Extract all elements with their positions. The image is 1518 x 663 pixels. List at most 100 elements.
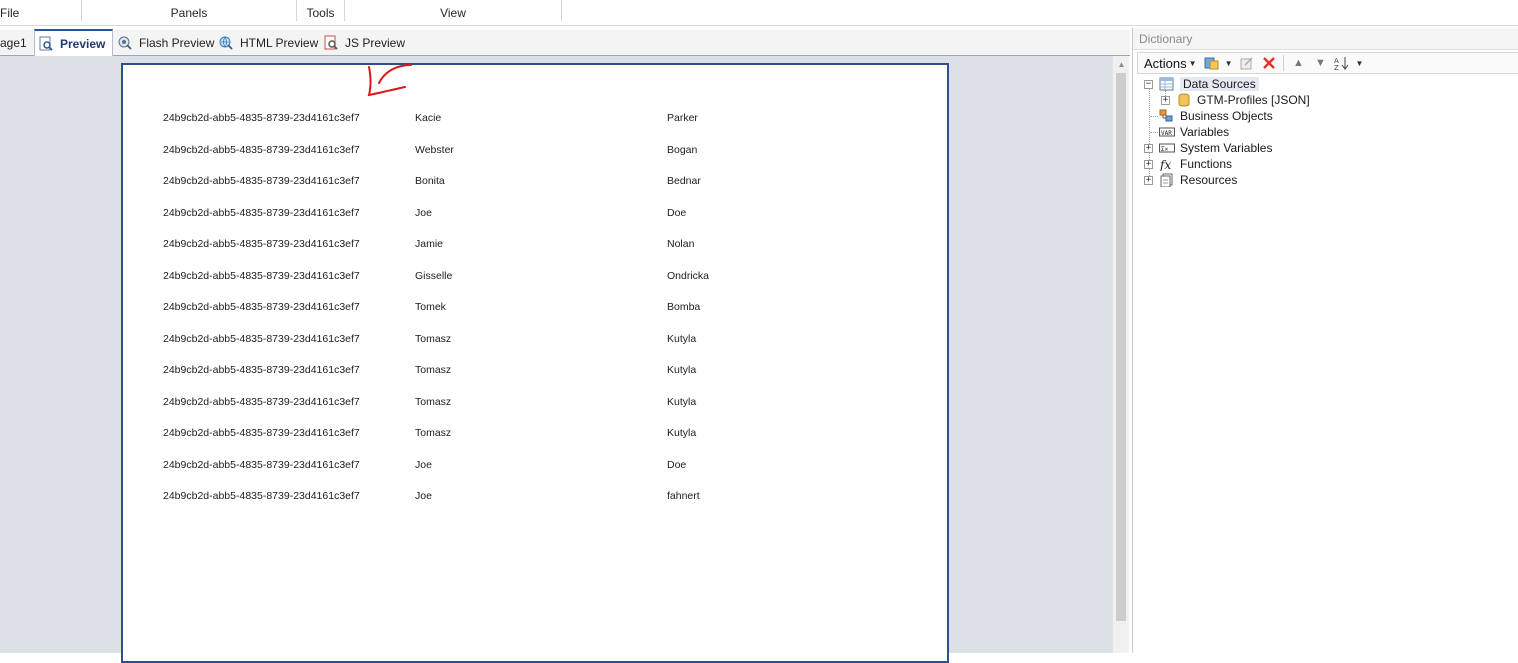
row-first-name: Jamie xyxy=(415,238,444,250)
toolbar-divider xyxy=(1283,55,1285,71)
expand-icon[interactable]: + xyxy=(1144,159,1153,169)
row-last-name: Kutyla xyxy=(667,427,697,439)
tab-label: HTML Preview xyxy=(240,36,319,50)
svg-text:Z: Z xyxy=(1334,64,1339,70)
document-tabs: age1 Preview Flash Preview HTML Preview … xyxy=(0,29,1130,56)
ribbon-group-view[interactable]: View xyxy=(345,0,562,21)
ribbon-group-label: Tools xyxy=(306,6,335,20)
delete-icon[interactable] xyxy=(1258,54,1280,72)
vertical-scrollbar[interactable]: ▲ xyxy=(1112,56,1129,653)
row-first-name: Bonita xyxy=(415,175,445,187)
report-page: 24b9cb2d-abb5-4835-8739-23d4161c3ef7 Kaci… xyxy=(121,63,949,663)
tab-html-preview[interactable]: HTML Preview xyxy=(218,30,320,56)
annotation-arrow xyxy=(367,64,412,97)
move-down-icon[interactable]: ▼ xyxy=(1309,54,1331,72)
tab-page1[interactable]: age1 xyxy=(0,30,34,56)
row-first-name: Joe xyxy=(415,490,432,502)
row-last-name: Kutyla xyxy=(667,332,697,345)
tab-label: Flash Preview xyxy=(139,36,215,50)
row-last-name: Ondricka xyxy=(667,269,710,282)
row-last-name: Doe xyxy=(667,206,687,219)
scroll-up-icon[interactable]: ▲ xyxy=(1113,56,1130,73)
tree-node-data-sources[interactable]: − Data Sources xyxy=(1144,76,1259,92)
svg-text:Σ×: Σ× xyxy=(1161,146,1169,153)
row-id: 24b9cb2d-abb5-4835-8739-23d4161c3ef7 xyxy=(163,238,360,250)
row-id: 24b9cb2d-abb5-4835-8739-23d4161c3ef7 xyxy=(163,175,360,187)
row-id: 24b9cb2d-abb5-4835-8739-23d4161c3ef7 xyxy=(163,332,360,345)
tab-label: JS Preview xyxy=(345,36,406,50)
row-id: 24b9cb2d-abb5-4835-8739-23d4161c3ef7 xyxy=(163,143,360,156)
row-first-name: Joe xyxy=(415,206,432,219)
row-first-name: Webster xyxy=(415,143,454,156)
actions-menu[interactable]: Actions xyxy=(1138,56,1187,71)
row-first-name: Kacie xyxy=(415,112,442,124)
chevron-down-icon[interactable]: ▼ xyxy=(1225,59,1233,68)
chevron-down-icon[interactable]: ▼ xyxy=(1189,59,1197,68)
ribbon: File Panels Tools View xyxy=(0,0,1518,26)
tree-label: Variables xyxy=(1180,125,1230,139)
ribbon-group-panels[interactable]: Panels xyxy=(82,0,297,21)
tab-preview[interactable]: Preview xyxy=(34,29,113,56)
row-id: 24b9cb2d-abb5-4835-8739-23d4161c3ef7 xyxy=(163,206,360,219)
tree-node-functions[interactable]: + fx Functions xyxy=(1144,156,1232,172)
tree-node-variables[interactable]: VAR Variables xyxy=(1159,124,1229,140)
data-sources-icon xyxy=(1159,77,1175,91)
ribbon-group-label: File xyxy=(0,6,20,20)
preview-canvas[interactable]: 24b9cb2d-abb5-4835-8739-23d4161c3ef7 Kaci… xyxy=(0,56,1112,663)
tree-label: Functions xyxy=(1180,157,1233,171)
dictionary-title: Dictionary xyxy=(1133,28,1518,50)
edit-icon[interactable] xyxy=(1236,54,1258,72)
tree-node-gtm-profiles[interactable]: + GTM-Profiles [JSON] xyxy=(1161,92,1310,108)
tab-js-preview[interactable]: JS Preview xyxy=(323,30,413,56)
row-last-name: Bomba xyxy=(667,301,701,313)
row-id: 24b9cb2d-abb5-4835-8739-23d4161c3ef7 xyxy=(163,427,360,439)
row-first-name: Joe xyxy=(415,458,432,471)
row-first-name: Tomasz xyxy=(415,395,452,408)
row-id: 24b9cb2d-abb5-4835-8739-23d4161c3ef7 xyxy=(163,395,360,408)
tree-node-system-variables[interactable]: + Σ× System Variables xyxy=(1144,140,1272,156)
scrollbar-thumb[interactable] xyxy=(1116,73,1126,621)
row-last-name: Bednar xyxy=(667,175,701,187)
html-preview-icon xyxy=(218,35,234,51)
variables-icon: VAR xyxy=(1159,125,1175,139)
expand-icon[interactable]: + xyxy=(1144,175,1153,185)
row-first-name: Tomasz xyxy=(415,364,452,376)
row-last-name: Kutyla xyxy=(667,364,697,376)
row-first-name: Gisselle xyxy=(415,269,453,282)
row-last-name: Kutyla xyxy=(667,395,697,408)
svg-text:fx: fx xyxy=(1159,158,1171,171)
row-id: 24b9cb2d-abb5-4835-8739-23d4161c3ef7 xyxy=(163,269,360,282)
flash-preview-icon xyxy=(117,35,133,51)
row-last-name: Bogan xyxy=(667,143,698,156)
row-id: 24b9cb2d-abb5-4835-8739-23d4161c3ef7 xyxy=(163,490,360,502)
ribbon-group-file[interactable]: File xyxy=(0,0,82,21)
function-icon: fx xyxy=(1159,157,1175,172)
resources-icon xyxy=(1159,173,1175,188)
business-objects-icon xyxy=(1159,109,1175,123)
tree-label: GTM-Profiles [JSON] xyxy=(1197,93,1310,107)
expand-icon[interactable]: + xyxy=(1161,95,1170,105)
chevron-down-icon[interactable]: ▼ xyxy=(1355,59,1363,68)
ribbon-group-tools[interactable]: Tools xyxy=(297,0,345,21)
js-preview-icon xyxy=(323,35,339,51)
tree-node-business-objects[interactable]: Business Objects xyxy=(1159,108,1273,124)
row-first-name: Tomasz xyxy=(415,332,452,345)
collapse-icon[interactable]: − xyxy=(1144,79,1153,89)
row-id: 24b9cb2d-abb5-4835-8739-23d4161c3ef7 xyxy=(163,458,360,471)
tree-node-resources[interactable]: + Resources xyxy=(1144,172,1237,188)
tab-flash-preview[interactable]: Flash Preview xyxy=(117,30,217,56)
tree-label: System Variables xyxy=(1180,141,1273,155)
move-up-icon[interactable]: ▲ xyxy=(1287,54,1309,72)
tree-label: Business Objects xyxy=(1180,109,1273,123)
sort-icon[interactable]: AZ xyxy=(1331,54,1353,72)
row-id: 24b9cb2d-abb5-4835-8739-23d4161c3ef7 xyxy=(163,301,360,313)
row-last-name: Doe xyxy=(667,458,687,471)
expand-icon[interactable]: + xyxy=(1144,143,1153,153)
tree-label: Data Sources xyxy=(1180,77,1259,91)
new-item-icon[interactable] xyxy=(1201,54,1223,72)
dictionary-panel: Dictionary Actions ▼ ▼ ▲ ▼ AZ ▼ − Data S… xyxy=(1132,28,1518,653)
tab-label: Preview xyxy=(60,36,106,51)
preview-icon xyxy=(38,36,54,52)
tree-label: Resources xyxy=(1180,173,1238,187)
ribbon-group-label: Panels xyxy=(170,6,208,20)
